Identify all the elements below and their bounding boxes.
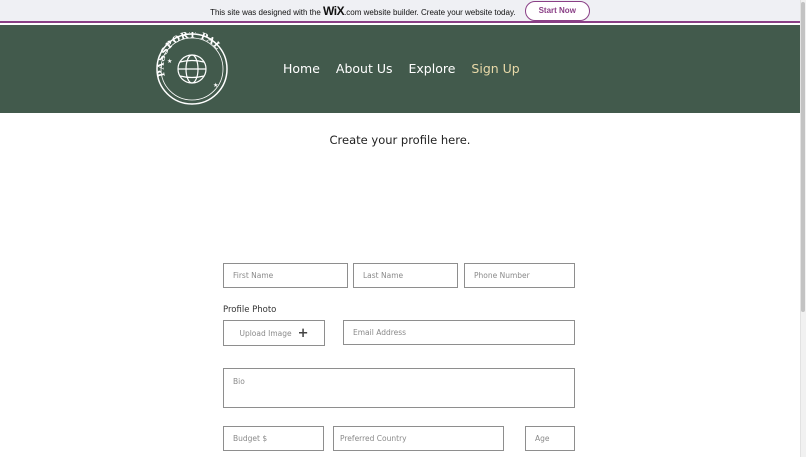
budget-field[interactable]: Budget $	[223, 426, 324, 451]
phone-number-field[interactable]: Phone Number	[464, 263, 575, 288]
globe-icon	[177, 54, 207, 84]
site-header: PASSPORT PAL ★ ★ Home About Us Explore Sign…	[0, 25, 800, 113]
upload-image-label: Upload Image	[239, 328, 292, 338]
email-field[interactable]: Email Address	[343, 320, 575, 345]
profile-photo-label: Profile Photo	[223, 305, 277, 315]
nav-about-us[interactable]: About Us	[336, 61, 393, 76]
star-icon: ★	[213, 82, 218, 89]
plus-icon: +	[297, 325, 309, 341]
first-name-field[interactable]: First Name	[223, 263, 348, 288]
last-name-field[interactable]: Last Name	[353, 263, 458, 288]
wix-banner: This site was designed with the WiX.com …	[0, 0, 800, 23]
page-title: Create your profile here.	[329, 133, 471, 147]
bio-field[interactable]: Bio	[223, 368, 575, 408]
wix-banner-text: This site was designed with the WiX.com …	[210, 4, 516, 18]
nav-sign-up[interactable]: Sign Up	[471, 61, 519, 76]
banner-text-before: This site was designed with the	[210, 7, 324, 17]
nav-explore[interactable]: Explore	[409, 61, 456, 76]
nav-home[interactable]: Home	[283, 61, 320, 76]
main-nav: Home About Us Explore Sign Up	[283, 61, 520, 76]
age-field[interactable]: Age	[525, 426, 575, 451]
passport-pal-logo[interactable]: PASSPORT PAL ★ ★	[155, 32, 229, 106]
page-scrollbar[interactable]	[800, 0, 806, 457]
upload-image-button[interactable]: Upload Image +	[223, 320, 325, 346]
start-now-button[interactable]: Start Now	[524, 0, 590, 21]
preferred-country-field[interactable]: Preferred Country	[333, 426, 504, 451]
banner-text-after: .com website builder. Create your websit…	[344, 7, 516, 17]
wix-logo[interactable]: WiX	[323, 4, 345, 18]
scrollbar-thumb[interactable]	[801, 2, 805, 312]
star-icon: ★	[167, 58, 172, 65]
